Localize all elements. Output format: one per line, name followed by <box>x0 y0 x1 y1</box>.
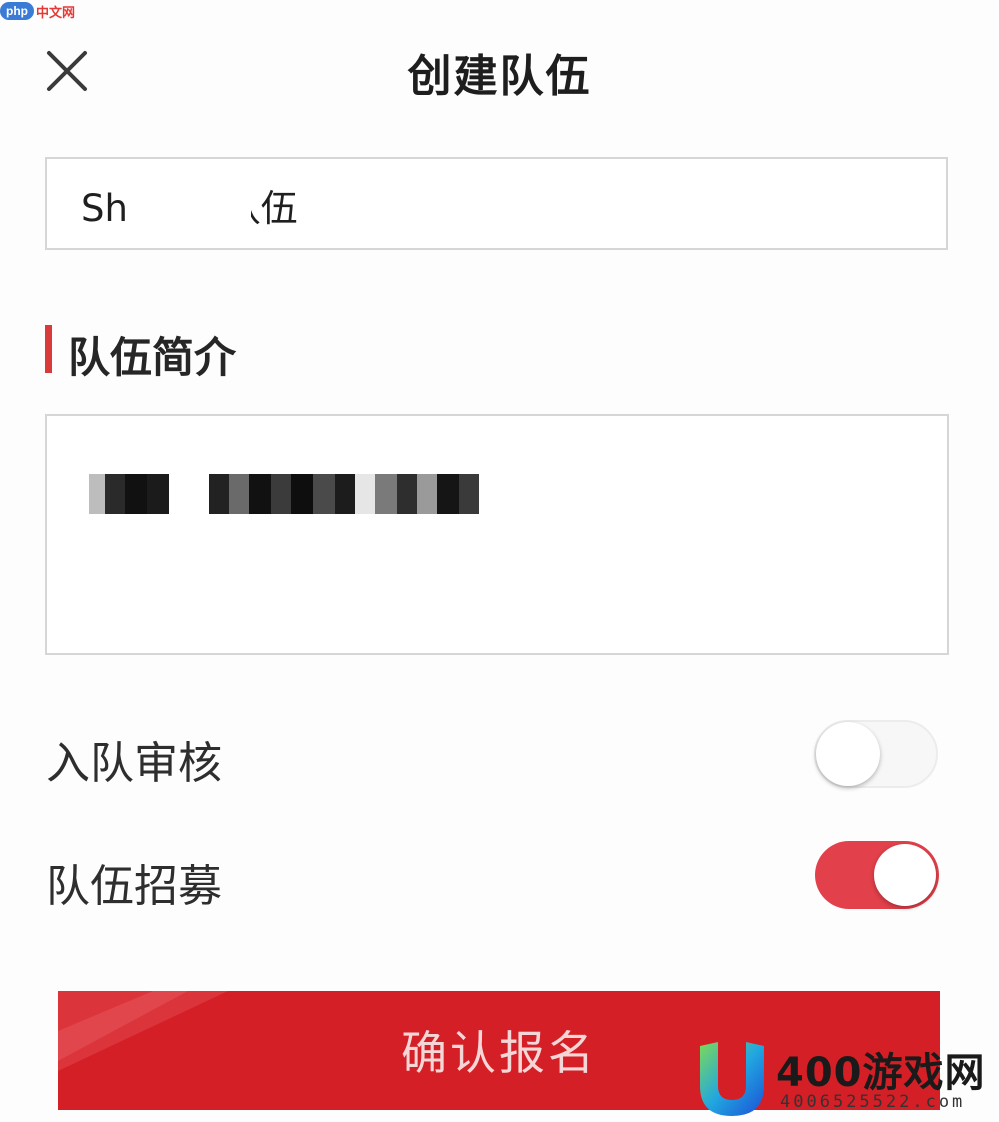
redaction-mask <box>165 181 251 227</box>
toggle-knob <box>874 844 936 906</box>
page-title: 创建队伍 <box>407 51 592 102</box>
site-watermark-bottom: 400游戏网 4006525522.com <box>700 1038 999 1122</box>
team-intro-field[interactable] <box>45 414 949 655</box>
site-watermark-text: 中文网 <box>36 5 76 21</box>
redaction-mosaic <box>89 474 169 514</box>
join-review-label: 入队审核 <box>46 738 222 789</box>
section-title-intro: 队伍简介 <box>68 333 237 382</box>
team-name-field[interactable] <box>45 157 948 250</box>
watermark-brand: 400游戏网 <box>776 1050 986 1096</box>
toggle-knob <box>816 722 880 786</box>
join-review-toggle[interactable] <box>814 720 938 788</box>
redaction-mosaic <box>209 474 479 514</box>
watermark-domain: 4006525522.com <box>780 1092 966 1112</box>
u-logo-icon <box>700 1042 764 1116</box>
php-logo: php <box>0 2 34 20</box>
team-recruit-toggle[interactable] <box>815 841 939 909</box>
site-watermark-top: php 中文网 <box>0 0 75 22</box>
section-accent-bar <box>45 325 52 373</box>
team-recruit-label: 队伍招募 <box>46 861 222 912</box>
